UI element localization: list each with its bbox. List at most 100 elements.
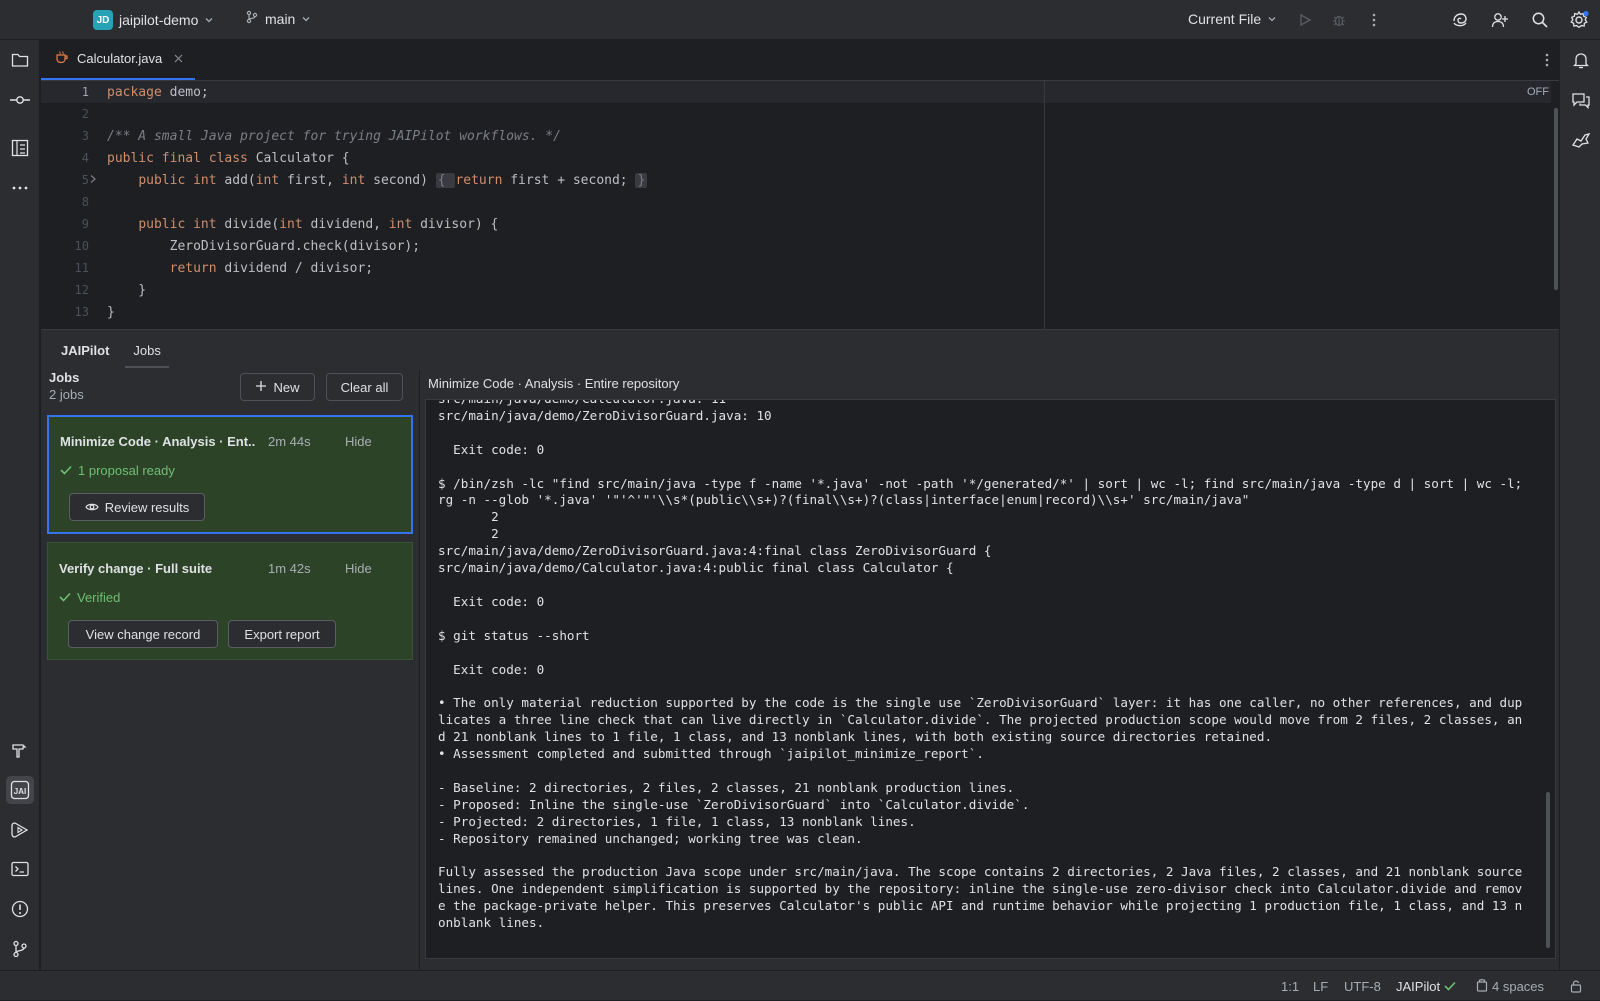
line-number[interactable]: 3 bbox=[41, 129, 89, 143]
line-number[interactable]: 4 bbox=[41, 151, 89, 165]
review-results-button[interactable]: Review results bbox=[69, 493, 205, 521]
code-token: int bbox=[279, 216, 303, 232]
line-number[interactable]: 13 bbox=[41, 305, 89, 319]
file-encoding[interactable]: UTF-8 bbox=[1344, 971, 1381, 1001]
code-line[interactable]: 1 package demo; bbox=[41, 81, 1551, 103]
run-configuration-selector[interactable]: Current File bbox=[1188, 11, 1277, 27]
code-editor: Calculator.java 1 package demo; 2 3 /** A sm… bbox=[41, 40, 1559, 329]
tab-jobs[interactable]: Jobs bbox=[125, 330, 170, 370]
branch-selector[interactable]: main bbox=[245, 10, 311, 27]
jobs-heading: Jobs bbox=[49, 370, 80, 385]
code-token: int bbox=[388, 216, 413, 232]
structure-icon[interactable] bbox=[6, 134, 34, 162]
debug-icon[interactable] bbox=[1325, 6, 1353, 34]
new-job-label: New bbox=[273, 379, 300, 395]
code-token: second) bbox=[365, 172, 436, 188]
line-number[interactable]: 9 bbox=[41, 217, 89, 231]
add-user-icon[interactable] bbox=[1486, 6, 1514, 34]
run-icon[interactable] bbox=[1291, 6, 1319, 34]
jaipilot-tool-window: JAIPilot Jobs Jobs 2 jobs New Clear all … bbox=[41, 329, 1559, 971]
code-line[interactable]: 2 bbox=[41, 103, 1551, 125]
code-line[interactable]: 8 bbox=[41, 191, 1551, 213]
job-output-title: Minimize Code · Analysis · Entire reposi… bbox=[428, 375, 680, 391]
code-token: return bbox=[455, 172, 503, 188]
code-token: dividend, bbox=[302, 216, 389, 232]
more-tools-icon[interactable] bbox=[6, 174, 34, 202]
hide-job-button[interactable]: Hide bbox=[345, 434, 372, 449]
indent-label: 4 spaces bbox=[1492, 978, 1545, 994]
ai-assistant-icon[interactable] bbox=[1446, 6, 1474, 34]
export-report-button[interactable]: Export report bbox=[228, 620, 336, 648]
code-token: } bbox=[107, 282, 147, 298]
tab-jaipilot-label: JAIPilot bbox=[61, 342, 110, 358]
line-number[interactable]: 10 bbox=[41, 239, 89, 253]
run-config-label: Current File bbox=[1188, 11, 1262, 27]
readonly-lock-icon[interactable] bbox=[1570, 971, 1582, 1001]
code-line[interactable]: 3 /** A small Java project for trying JAI… bbox=[41, 125, 1551, 147]
line-number[interactable]: 2 bbox=[41, 107, 89, 121]
caret-position[interactable]: 1:1 bbox=[1281, 971, 1299, 1001]
line-number[interactable]: 11 bbox=[41, 261, 89, 275]
check-icon bbox=[1444, 979, 1456, 994]
line-number[interactable]: 1 bbox=[41, 85, 89, 99]
code-line[interactable]: 5 public int add(int first, int second) … bbox=[41, 169, 1551, 191]
clear-all-button[interactable]: Clear all bbox=[326, 373, 403, 401]
line-separator[interactable]: LF bbox=[1313, 971, 1328, 1001]
code-line[interactable]: 9 public int divide(int dividend, int di… bbox=[41, 213, 1551, 235]
code-text: ZeroDivisorGuard.check(divisor); bbox=[107, 239, 420, 254]
code-line[interactable]: 13} bbox=[41, 301, 1551, 323]
inspection-status[interactable]: OFF bbox=[1527, 86, 1549, 98]
close-tab-icon[interactable] bbox=[174, 51, 183, 66]
tab-jaipilot[interactable]: JAIPilot bbox=[53, 330, 117, 370]
job-title: Verify change · Full suite bbox=[59, 561, 213, 576]
view-change-record-label: View change record bbox=[85, 626, 201, 642]
search-icon[interactable] bbox=[1526, 6, 1554, 34]
problems-icon[interactable] bbox=[6, 895, 34, 923]
view-change-record-button[interactable]: View change record bbox=[68, 620, 218, 648]
build-hammer-icon[interactable] bbox=[6, 736, 34, 764]
project-selector[interactable]: JD jaipilot-demo bbox=[93, 10, 214, 30]
editor-tab-calculator[interactable]: Calculator.java bbox=[41, 39, 196, 80]
line-number[interactable]: 5 bbox=[41, 173, 89, 187]
editor-scrollbar[interactable] bbox=[1554, 108, 1558, 290]
terminal-icon[interactable] bbox=[6, 855, 34, 883]
jaipilot-icon[interactable]: JAI bbox=[6, 776, 34, 804]
right-tool-strip bbox=[1559, 40, 1600, 970]
job-card[interactable]: Verify change · Full suite 1m 42s Hide V… bbox=[47, 542, 413, 660]
code-area[interactable]: 1 package demo; 2 3 /** A small Java project… bbox=[41, 81, 1559, 329]
code-token: Calculator { bbox=[247, 150, 350, 166]
branch-name: main bbox=[265, 10, 296, 27]
job-card[interactable]: Minimize Code · Analysis · Ent.. 2m 44s … bbox=[47, 415, 413, 534]
notifications-bell-icon[interactable] bbox=[1567, 46, 1595, 74]
ai-chat-icon[interactable] bbox=[1567, 86, 1595, 114]
line-number[interactable]: 12 bbox=[41, 283, 89, 297]
line-number[interactable]: 8 bbox=[41, 195, 89, 209]
job-output-panel[interactable]: src/main/java/demo/Calculator.java: 11 s… bbox=[425, 399, 1556, 959]
code-line[interactable]: 12 } bbox=[41, 279, 1551, 301]
project-badge: JD bbox=[93, 10, 113, 30]
jaipilot-status[interactable]: JAIPilot bbox=[1396, 971, 1456, 1001]
code-line[interactable]: 10 ZeroDivisorGuard.check(divisor); bbox=[41, 235, 1551, 257]
code-line[interactable]: 4 public final class Calculator { bbox=[41, 147, 1551, 169]
hide-job-button[interactable]: Hide bbox=[345, 561, 372, 576]
tab-jobs-label: Jobs bbox=[133, 342, 161, 358]
output-scrollbar[interactable] bbox=[1546, 792, 1550, 948]
new-job-button[interactable]: New bbox=[240, 373, 315, 401]
clear-all-label: Clear all bbox=[340, 379, 389, 395]
fold-chevron-icon[interactable] bbox=[89, 173, 97, 188]
more-actions-icon[interactable] bbox=[1360, 6, 1388, 34]
editor-tabs-menu-icon[interactable] bbox=[1545, 52, 1549, 71]
plus-icon bbox=[255, 380, 267, 395]
jobs-count: 2 jobs bbox=[49, 387, 84, 402]
commit-icon[interactable] bbox=[6, 86, 34, 114]
git-icon[interactable] bbox=[6, 935, 34, 963]
editor-tab-bar: Calculator.java bbox=[41, 40, 1559, 81]
settings-gear-icon[interactable] bbox=[1565, 6, 1593, 34]
project-folder-icon[interactable] bbox=[6, 46, 34, 74]
services-run-icon[interactable] bbox=[6, 816, 34, 844]
assistant-bird-icon[interactable] bbox=[1567, 126, 1595, 154]
indent-setting[interactable]: 4 spaces bbox=[1476, 971, 1544, 1001]
code-line[interactable]: 11 return dividend / divisor; bbox=[41, 257, 1551, 279]
